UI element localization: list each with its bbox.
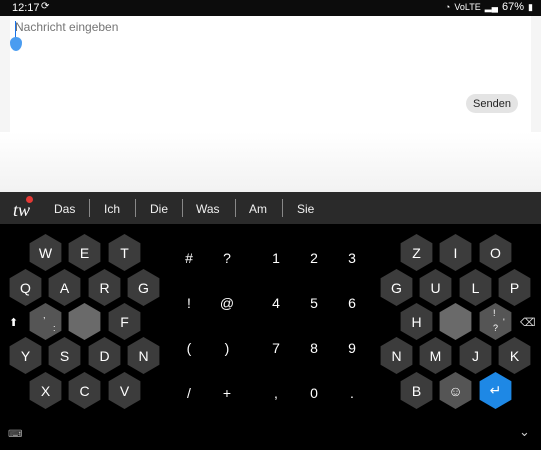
- question-mark: ?: [493, 323, 499, 333]
- key[interactable]: A: [48, 269, 81, 306]
- key[interactable]: T: [108, 234, 141, 271]
- digit-key[interactable]: 2: [304, 250, 324, 266]
- key[interactable]: M: [419, 337, 452, 374]
- emoji-icon: ☺: [448, 382, 463, 399]
- symbol-key[interactable]: +: [217, 385, 237, 401]
- cursor-handle[interactable]: [10, 37, 22, 51]
- message-input[interactable]: [10, 16, 530, 38]
- key[interactable]: K: [498, 337, 531, 374]
- key[interactable]: X: [29, 372, 62, 409]
- key[interactable]: H: [400, 303, 433, 340]
- key[interactable]: F: [108, 303, 141, 340]
- suggestion-item[interactable]: Die: [150, 202, 168, 216]
- enter-key[interactable]: ↵: [479, 372, 512, 409]
- backspace-icon[interactable]: ⌫: [520, 316, 536, 329]
- divider: [182, 199, 183, 217]
- digit-key[interactable]: 7: [266, 340, 286, 356]
- network-label: VoLTE: [454, 2, 481, 12]
- keyboard: W E T Q A R G , : F Y S D N X C V ⬆ # ? …: [0, 224, 541, 450]
- symbol-key[interactable]: (: [179, 340, 199, 356]
- key[interactable]: G: [127, 269, 160, 306]
- key[interactable]: E: [68, 234, 101, 271]
- key[interactable]: R: [88, 269, 121, 306]
- emoji-key[interactable]: ☺: [439, 372, 472, 409]
- status-icons: ◔ VoLTE ▂▄ 67% ▮: [445, 1, 533, 13]
- exclaim-mark: !: [493, 308, 496, 318]
- suggestion-item[interactable]: Das: [54, 202, 75, 216]
- wifi-icon: ◔: [444, 2, 451, 12]
- key[interactable]: O: [479, 234, 512, 271]
- notification-badge: [26, 196, 33, 203]
- digit-key[interactable]: 6: [342, 295, 362, 311]
- key[interactable]: L: [459, 269, 492, 306]
- suggestion-item[interactable]: Sie: [297, 202, 314, 216]
- key[interactable]: B: [400, 372, 433, 409]
- digit-key[interactable]: 9: [342, 340, 362, 356]
- shift-icon[interactable]: ⬆: [9, 316, 18, 329]
- status-time: 12:17: [12, 2, 40, 14]
- symbol-key[interactable]: ,: [266, 385, 286, 401]
- key[interactable]: N: [127, 337, 160, 374]
- suggestion-bar: tw Das Ich Die Was Am Sie: [0, 192, 541, 224]
- keyboard-switch-icon[interactable]: ⌨: [8, 429, 22, 440]
- chevron-down-icon[interactable]: ⌄: [519, 424, 530, 440]
- digit-key[interactable]: 1: [266, 250, 286, 266]
- divider: [282, 199, 283, 217]
- key[interactable]: I: [439, 234, 472, 271]
- signal-icon: ▂▄: [484, 1, 499, 12]
- key[interactable]: N: [380, 337, 413, 374]
- digit-key[interactable]: 4: [266, 295, 286, 311]
- battery-percent: 67%: [502, 1, 525, 13]
- send-button[interactable]: Senden: [466, 94, 518, 113]
- key[interactable]: Y: [9, 337, 42, 374]
- battery-icon: ▮: [528, 1, 533, 12]
- comma-mark: ,: [43, 310, 46, 320]
- key[interactable]: P: [498, 269, 531, 306]
- key[interactable]: V: [108, 372, 141, 409]
- space-key-right[interactable]: [439, 303, 472, 340]
- symbol-key[interactable]: @: [217, 295, 237, 311]
- key[interactable]: S: [48, 337, 81, 374]
- suggestion-item[interactable]: Ich: [104, 202, 120, 216]
- divider: [135, 199, 136, 217]
- symbol-key[interactable]: ?: [217, 250, 237, 266]
- keyboard-logo-icon[interactable]: tw: [13, 200, 30, 221]
- digit-key[interactable]: 3: [342, 250, 362, 266]
- divider: [235, 199, 236, 217]
- digit-key[interactable]: 0: [304, 385, 324, 401]
- key[interactable]: U: [419, 269, 452, 306]
- key[interactable]: Z: [400, 234, 433, 271]
- key[interactable]: W: [29, 234, 62, 271]
- message-area: Senden: [0, 16, 541, 192]
- symbol-key[interactable]: .: [342, 385, 362, 401]
- space-key[interactable]: [68, 303, 101, 340]
- digit-key[interactable]: 5: [304, 295, 324, 311]
- key[interactable]: Q: [9, 269, 42, 306]
- enter-icon: ↵: [489, 382, 502, 398]
- punctuation-key[interactable]: [29, 303, 62, 340]
- apostrophe-mark: ': [503, 317, 505, 327]
- suggestion-item[interactable]: Was: [196, 202, 220, 216]
- key[interactable]: G: [380, 269, 413, 306]
- symbol-key[interactable]: /: [179, 385, 199, 401]
- symbol-key[interactable]: ): [217, 340, 237, 356]
- suggestion-item[interactable]: Am: [249, 202, 267, 216]
- symbol-key[interactable]: !: [179, 295, 199, 311]
- key[interactable]: C: [68, 372, 101, 409]
- sync-icon: ⟳: [41, 1, 50, 12]
- colon-mark: :: [53, 323, 56, 333]
- symbol-key[interactable]: #: [179, 250, 199, 266]
- status-bar: 12:17 ⟳ ◔ VoLTE ▂▄ 67% ▮: [0, 0, 541, 16]
- digit-key[interactable]: 8: [304, 340, 324, 356]
- key[interactable]: D: [88, 337, 121, 374]
- key[interactable]: J: [459, 337, 492, 374]
- divider: [89, 199, 90, 217]
